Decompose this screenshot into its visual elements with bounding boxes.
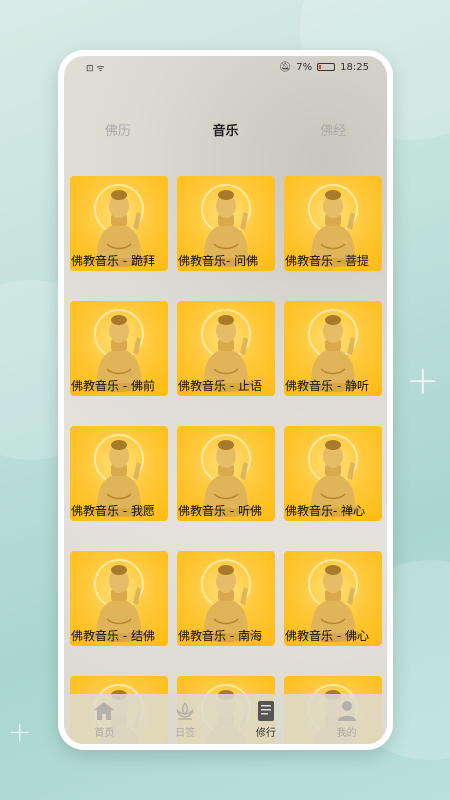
music-card[interactable]: 佛教音乐 - 佛心 <box>284 551 382 646</box>
music-card[interactable]: 佛教音乐 - 止语 <box>177 301 275 396</box>
nav-practice[interactable]: 修行 <box>236 700 296 739</box>
music-card-label: 佛教音乐 - 佛心 <box>285 629 369 643</box>
user-icon <box>336 700 358 722</box>
app-screen: ⊡ ᯤ 🔕︎ 7% 18:25 佛历 音乐 佛经 佛教音乐 - 跪拜佛教音乐- … <box>64 56 387 744</box>
mute-icon: 🔕︎ <box>278 61 292 73</box>
music-card[interactable]: 佛教音乐 - 听佛 <box>177 426 275 521</box>
music-card-label: 佛教音乐 - 听佛 <box>178 504 262 518</box>
music-card[interactable]: 佛教音乐 - 菩提 <box>284 176 382 271</box>
music-card[interactable]: 佛教音乐 - 南海 <box>177 551 275 646</box>
top-tabs: 佛历 音乐 佛经 <box>64 116 387 143</box>
music-card[interactable]: 佛教音乐 - 静听 <box>284 301 382 396</box>
music-card-label: 佛教音乐 - 止语 <box>178 379 262 393</box>
music-card-label: 佛教音乐 - 菩提 <box>285 254 369 268</box>
status-right: 🔕︎ 7% 18:25 <box>279 62 369 73</box>
nav-daily[interactable]: 日签 <box>155 700 215 739</box>
music-card[interactable]: 佛教音乐- 问佛 <box>177 176 275 271</box>
music-card-label: 佛教音乐 - 结佛 <box>71 629 155 643</box>
clock: 18:25 <box>340 61 369 73</box>
music-card-label: 佛教音乐- 禅心 <box>285 504 366 518</box>
music-card-label: 佛教音乐 - 南海 <box>178 629 262 643</box>
book-icon <box>255 700 277 722</box>
music-card[interactable]: 佛教音乐 - 我愿 <box>70 426 168 521</box>
lotus-hands-icon <box>174 700 196 722</box>
status-left-icons: ⊡ ᯤ <box>86 63 105 74</box>
music-card[interactable]: 佛教音乐 - 跪拜 <box>70 176 168 271</box>
music-card-label: 佛教音乐- 问佛 <box>178 254 259 268</box>
nav-mine[interactable]: 我的 <box>317 700 377 739</box>
music-card[interactable]: 佛教音乐 - 结佛 <box>70 551 168 646</box>
nav-mine-label: 我的 <box>336 727 357 739</box>
battery-percent: 7% <box>296 61 313 73</box>
music-card[interactable]: 佛教音乐- 禅心 <box>284 426 382 521</box>
music-card-label: 佛教音乐 - 佛前 <box>71 379 155 393</box>
music-card-label: 佛教音乐 - 我愿 <box>71 504 155 518</box>
battery-icon <box>317 63 336 71</box>
bottom-nav: 首页 日签 修行 我的 <box>64 694 387 744</box>
tab-calendar[interactable]: 佛历 <box>95 116 141 143</box>
music-card[interactable]: 佛教音乐 - 佛前 <box>70 301 168 396</box>
nav-daily-label: 日签 <box>175 727 196 739</box>
nav-home[interactable]: 首页 <box>74 700 134 739</box>
tab-sutra[interactable]: 佛经 <box>310 116 356 143</box>
music-card-label: 佛教音乐 - 跪拜 <box>71 254 155 268</box>
tab-music[interactable]: 音乐 <box>202 116 248 143</box>
home-icon <box>93 700 115 722</box>
phone-frame: ⊡ ᯤ 🔕︎ 7% 18:25 佛历 音乐 佛经 佛教音乐 - 跪拜佛教音乐- … <box>58 50 393 750</box>
nav-practice-label: 修行 <box>255 727 276 739</box>
status-bar: ⊡ ᯤ 🔕︎ 7% 18:25 <box>64 56 387 78</box>
nav-home-label: 首页 <box>94 727 115 739</box>
music-card-label: 佛教音乐 - 静听 <box>285 379 369 393</box>
music-grid: 佛教音乐 - 跪拜 佛教音乐- 问佛 佛教音乐 - 菩提 佛教音乐 - 佛前 佛教音乐 … <box>70 176 382 744</box>
